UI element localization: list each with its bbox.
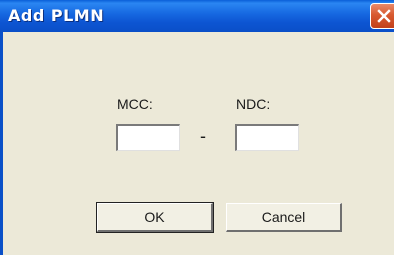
cancel-button[interactable]: Cancel xyxy=(226,203,342,232)
mcc-input[interactable] xyxy=(116,124,180,151)
title-bar[interactable]: Add PLMN xyxy=(0,0,394,32)
window-border xyxy=(0,32,3,255)
ndc-input[interactable] xyxy=(235,124,299,151)
mcc-label: MCC: xyxy=(117,96,153,112)
separator-dash: - xyxy=(200,126,206,146)
close-button[interactable] xyxy=(370,3,394,29)
dialog-title: Add PLMN xyxy=(8,6,105,25)
close-icon xyxy=(377,9,391,23)
ok-button[interactable]: OK xyxy=(96,202,214,233)
ndc-label: NDC: xyxy=(236,96,271,112)
add-plmn-dialog: Add PLMN MCC: NDC: - OK Cancel xyxy=(0,0,394,255)
